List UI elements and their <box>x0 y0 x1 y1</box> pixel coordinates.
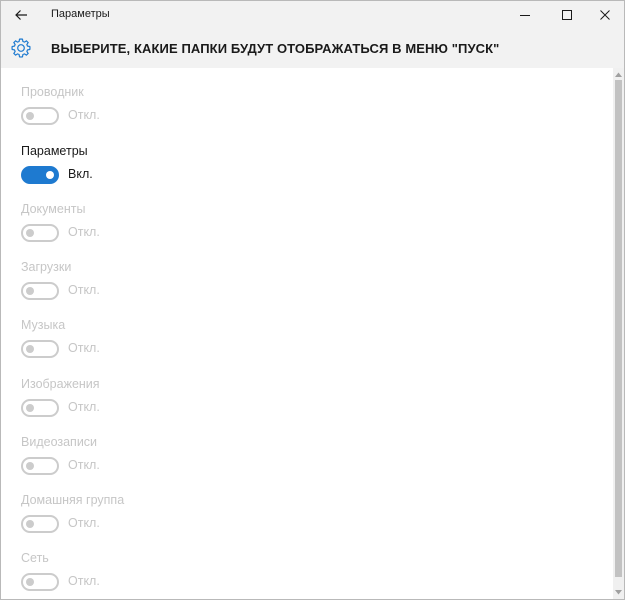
vertical-scrollbar[interactable] <box>613 68 624 599</box>
toggle-state-label: Вкл. <box>68 167 93 181</box>
setting-documents: Документы Откл. <box>21 202 321 252</box>
title-bar: Параметры <box>1 1 624 29</box>
close-button[interactable] <box>582 1 624 29</box>
toggle-knob <box>26 112 34 120</box>
explorer-toggle[interactable] <box>21 107 59 125</box>
homegroup-toggle[interactable] <box>21 515 59 533</box>
setting-videos: Видеозаписи Откл. <box>21 435 321 485</box>
music-toggle[interactable] <box>21 340 59 358</box>
setting-label: Музыка <box>21 318 66 332</box>
downloads-toggle[interactable] <box>21 282 59 300</box>
toggle-state-label: Откл. <box>68 341 100 355</box>
toggle-state-label: Откл. <box>68 516 100 530</box>
toggle-knob <box>26 404 34 412</box>
setting-pictures: Изображения Откл. <box>21 377 321 427</box>
scroll-up-button[interactable] <box>613 69 624 79</box>
documents-toggle[interactable] <box>21 224 59 242</box>
page-header: ВЫБЕРИТЕ, КАКИЕ ПАПКИ БУДУТ ОТОБРАЖАТЬСЯ… <box>1 29 624 68</box>
scroll-down-icon <box>615 589 622 594</box>
videos-toggle[interactable] <box>21 457 59 475</box>
network-toggle[interactable] <box>21 573 59 591</box>
setting-explorer: Проводник Откл. <box>21 85 321 135</box>
settings-list: Проводник Откл. Параметры Вкл. Документы… <box>1 68 613 599</box>
setting-downloads: Загрузки Откл. <box>21 260 321 310</box>
toggle-knob <box>26 345 34 353</box>
toggle-state-label: Откл. <box>68 225 100 239</box>
setting-label: Изображения <box>21 377 100 391</box>
toggle-state-label: Откл. <box>68 400 100 414</box>
maximize-icon <box>562 10 572 20</box>
toggle-state-label: Откл. <box>68 283 100 297</box>
setting-label: Видеозаписи <box>21 435 98 449</box>
gear-icon <box>11 38 31 58</box>
setting-music: Музыка Откл. <box>21 318 321 368</box>
close-icon <box>600 10 610 20</box>
back-button[interactable] <box>7 3 35 27</box>
settings-toggle[interactable] <box>21 166 59 184</box>
setting-label: Проводник <box>21 85 84 99</box>
setting-label: Документы <box>21 202 86 216</box>
toggle-knob <box>26 520 34 528</box>
toggle-knob <box>26 287 34 295</box>
setting-label: Параметры <box>21 144 88 158</box>
toggle-knob <box>26 578 34 586</box>
setting-label: Загрузки <box>21 260 72 274</box>
scroll-up-icon <box>615 72 622 77</box>
minimize-icon <box>520 15 530 16</box>
toggle-state-label: Откл. <box>68 574 100 588</box>
setting-label: Сеть <box>21 551 49 565</box>
scroll-down-button[interactable] <box>613 587 624 597</box>
scroll-thumb[interactable] <box>615 80 622 577</box>
toggle-state-label: Откл. <box>68 108 100 122</box>
toggle-knob <box>46 171 54 179</box>
setting-settings: Параметры Вкл. <box>21 144 321 194</box>
toggle-knob <box>26 229 34 237</box>
back-arrow-icon <box>15 10 27 20</box>
toggle-state-label: Откл. <box>68 458 100 472</box>
setting-network: Сеть Откл. <box>21 551 321 599</box>
toggle-knob <box>26 462 34 470</box>
window-title: Параметры <box>51 8 110 20</box>
page-title: ВЫБЕРИТЕ, КАКИЕ ПАПКИ БУДУТ ОТОБРАЖАТЬСЯ… <box>51 41 500 56</box>
pictures-toggle[interactable] <box>21 399 59 417</box>
settings-window: Параметры ВЫБЕРИТЕ, КАКИЕ ПАПКИ БУДУТ ОТ… <box>0 0 625 600</box>
setting-homegroup: Домашняя группа Откл. <box>21 493 321 543</box>
setting-label: Домашняя группа <box>21 493 125 507</box>
minimize-button[interactable] <box>502 1 548 29</box>
